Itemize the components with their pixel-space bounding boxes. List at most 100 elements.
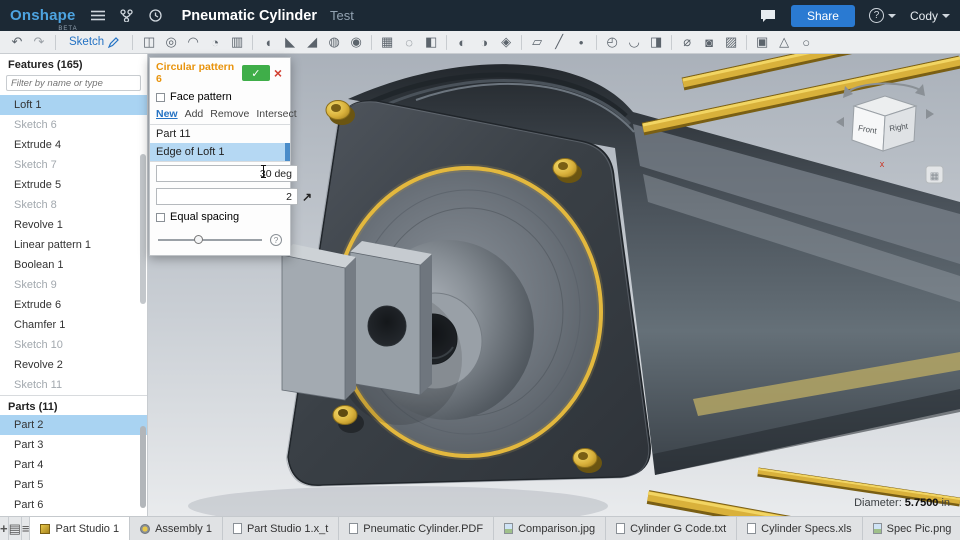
features-header: Features (165)	[0, 54, 147, 73]
point-tool-button[interactable]: •	[570, 33, 592, 52]
loft-tool-button[interactable]: ◔	[204, 33, 226, 52]
fillet-tool-button[interactable]: ◖	[257, 33, 279, 52]
feature-item[interactable]: Boolean 1	[0, 255, 147, 275]
feature-item[interactable]: Sketch 10	[0, 335, 147, 355]
angle-input[interactable]	[156, 165, 298, 182]
versions-branch-icon[interactable]	[118, 7, 136, 25]
feature-item[interactable]: Sketch 6	[0, 115, 147, 135]
pattern-mode-option[interactable]: Add	[185, 108, 204, 120]
feature-item[interactable]: Extrude 5	[0, 175, 147, 195]
thicken-tool-button[interactable]: ▥	[226, 33, 248, 52]
redo-button[interactable]: ↷	[28, 33, 50, 52]
plane-tool-button[interactable]: ▱	[526, 33, 548, 52]
feature-item[interactable]: Linear pattern 1	[0, 235, 147, 255]
sketch-button[interactable]: Sketch	[61, 36, 127, 48]
circular-pattern-tool-button[interactable]: ◌	[398, 33, 420, 52]
feature-item[interactable]: Sketch 11	[0, 375, 147, 395]
onshape-logo[interactable]: Onshape BETA	[10, 8, 76, 24]
section-view-tool-button[interactable]: △	[773, 33, 795, 52]
hole-tool-button[interactable]: ◉	[345, 33, 367, 52]
pattern-mode-option[interactable]: Remove	[210, 108, 249, 120]
user-name: Cody	[910, 9, 938, 23]
extrude-tool-button[interactable]: ◫	[138, 33, 160, 52]
toolbar-separator	[132, 35, 133, 50]
feature-item[interactable]: Extrude 4	[0, 135, 147, 155]
history-clock-icon[interactable]	[147, 7, 165, 25]
document-tab[interactable]: Comparison.jpg	[494, 517, 606, 540]
cancel-button[interactable]: ×	[270, 66, 286, 80]
document-tab[interactable]: Cylinder Specs.xls	[737, 517, 862, 540]
tab-list-icon[interactable]: ≡	[22, 517, 31, 540]
named-views-tool-button[interactable]: ▣	[751, 33, 773, 52]
user-menu[interactable]: Cody	[910, 9, 950, 23]
part-item[interactable]: Part 3	[0, 435, 147, 455]
redo-icon: ↷	[34, 34, 45, 50]
feature-item[interactable]: Sketch 8	[0, 195, 147, 215]
curve-tool-button[interactable]: ◡	[623, 33, 645, 52]
help-menu[interactable]: ?	[869, 8, 896, 23]
check-icon: ✓	[251, 67, 260, 80]
shell-tool-button[interactable]: ◍	[323, 33, 345, 52]
feature-item[interactable]: Revolve 2	[0, 355, 147, 375]
slider-handle[interactable]	[194, 235, 203, 244]
confirm-button[interactable]: ✓	[242, 65, 270, 81]
project-tool-button[interactable]: ◨	[645, 33, 667, 52]
face-pattern-checkbox[interactable]	[156, 93, 165, 102]
revolve-tool-button[interactable]: ◎	[160, 33, 182, 52]
appearance-tool-button[interactable]: ▨	[720, 33, 742, 52]
part-item[interactable]: Part 2	[0, 415, 147, 435]
part-item[interactable]: Part 6	[0, 495, 147, 515]
comment-bubble-icon[interactable]	[759, 7, 777, 25]
document-tab[interactable]: Spec Pic.png	[863, 517, 960, 540]
feature-item[interactable]: Chamfer 1	[0, 315, 147, 335]
axis-tool-button[interactable]: ╱	[548, 33, 570, 52]
helix-tool-button[interactable]: ◴	[601, 33, 623, 52]
document-tab[interactable]: Pneumatic Cylinder.PDF	[339, 517, 494, 540]
part-item[interactable]: Part 5	[0, 475, 147, 495]
draft-tool-button[interactable]: ◢	[301, 33, 323, 52]
opacity-slider[interactable]	[158, 239, 262, 241]
linear-pattern-tool-button[interactable]: ▦	[376, 33, 398, 52]
boolean-tool-button[interactable]: ◐	[451, 33, 473, 52]
feature-item[interactable]: Extrude 6	[0, 295, 147, 315]
parts-scrollbar[interactable]	[140, 426, 146, 508]
selection-item[interactable]: Part 11	[150, 125, 290, 143]
selection-item[interactable]: Edge of Loft 1	[150, 143, 290, 161]
view-mode-button[interactable]: ▦	[926, 166, 943, 183]
sweep-tool-button[interactable]: ◠	[182, 33, 204, 52]
share-button[interactable]: Share	[791, 5, 855, 27]
document-tab[interactable]: Cylinder G Code.txt	[606, 517, 737, 540]
undo-icon: ↶	[12, 34, 23, 50]
onshape-app: Onshape BETA Pneumatic Cylinder Test Sha…	[0, 0, 960, 540]
tab-manager-icon[interactable]: ▤	[9, 517, 22, 540]
feature-item[interactable]: Loft 1	[0, 95, 147, 115]
dialog-help-icon[interactable]: ?	[270, 234, 282, 246]
feature-item[interactable]: Revolve 1	[0, 215, 147, 235]
chamfer-tool-button[interactable]: ◣	[279, 33, 301, 52]
document-tab[interactable]: Part Studio 1	[30, 517, 130, 540]
document-tab[interactable]: Part Studio 1.x_t	[223, 517, 339, 540]
undo-button[interactable]: ↶	[6, 33, 28, 52]
measure-tool-button[interactable]: ⌀	[676, 33, 698, 52]
isolate-tool-button[interactable]: ○	[795, 33, 817, 52]
flip-direction-icon[interactable]: ↗	[302, 190, 312, 204]
split-tool-button[interactable]: ◑	[473, 33, 495, 52]
feature-item[interactable]: Sketch 7	[0, 155, 147, 175]
pattern-mode-tabs: New Add Remove Intersect	[150, 106, 290, 124]
tab-icon	[873, 523, 882, 534]
instance-count-input[interactable]	[156, 188, 298, 205]
feature-item[interactable]: Sketch 9	[0, 275, 147, 295]
mass-properties-tool-button[interactable]: ◙	[698, 33, 720, 52]
mirror-tool-button[interactable]: ◧	[420, 33, 442, 52]
feature-filter-input[interactable]	[6, 75, 141, 91]
pattern-mode-option[interactable]: Intersect	[256, 108, 296, 120]
close-icon: ×	[274, 65, 282, 81]
pattern-mode-option[interactable]: New	[156, 108, 178, 120]
transform-tool-button[interactable]: ◈	[495, 33, 517, 52]
document-tab[interactable]: Assembly 1	[130, 517, 223, 540]
features-scrollbar[interactable]	[140, 154, 146, 304]
add-tab-button[interactable]: +	[0, 517, 9, 540]
equal-spacing-checkbox[interactable]	[156, 213, 165, 222]
part-item[interactable]: Part 4	[0, 455, 147, 475]
hamburger-menu-icon[interactable]	[89, 7, 107, 25]
